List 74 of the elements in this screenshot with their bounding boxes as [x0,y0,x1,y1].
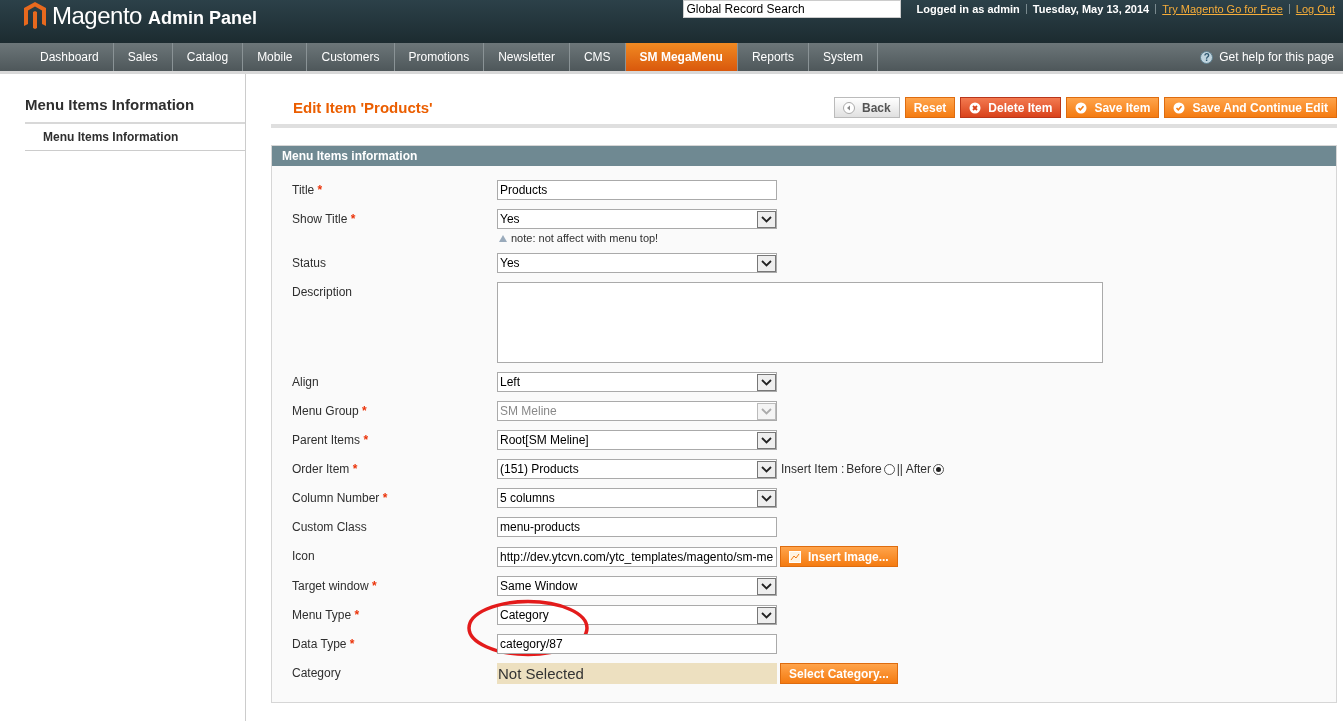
user-text: Logged in as admin [916,3,1020,15]
help-link[interactable]: Get help for this page [1219,50,1334,64]
chevron-icon [757,577,776,595]
nav-tab[interactable]: System [808,43,878,71]
triangle-icon [499,234,507,242]
nav-tab[interactable]: Promotions [394,43,485,71]
field-label: Menu Type * [292,607,361,622]
field-label: Status [292,255,328,270]
nav-tab[interactable]: Newsletter [484,43,570,71]
text-field[interactable]: menu-products [497,517,777,537]
nav-tab[interactable]: CMS [569,43,626,71]
close-icon [969,101,982,114]
chevron-icon [757,431,776,449]
description-field[interactable] [497,282,1103,363]
chevron-icon [757,489,776,507]
field-label: Icon [292,548,316,563]
field-label: Custom Class [292,519,368,534]
nav-tab[interactable]: Reports [737,43,809,71]
text-field[interactable]: category/87 [497,634,777,654]
chevron-icon [757,254,776,272]
field-label: Align [292,374,320,389]
chevron-icon [757,606,776,624]
nav-tab[interactable]: Customers [307,43,395,71]
dropdown[interactable]: Same Window [497,576,777,596]
field-note: note: not affect with menu top! [511,232,659,244]
dropdown: SM Meline [497,401,777,421]
field-label: Parent Items * [292,432,370,447]
dropdown[interactable]: Left [497,372,777,392]
section-header: Menu Items information [272,146,1336,166]
field-label: Show Title * [292,211,357,226]
brand-suffix: Admin Panel [147,7,257,29]
dropdown[interactable]: Yes [497,209,777,229]
nav-tab[interactable]: Catalog [172,43,244,71]
brand-name: Magento [52,2,142,30]
radio-label: || After [896,462,931,476]
dropdown[interactable]: Yes [497,253,777,273]
search-field[interactable]: Global Record Search [682,0,901,18]
header-link[interactable]: Try Magento Go for Free [1162,3,1283,15]
help-icon[interactable]: ? [1200,50,1214,64]
nav-tab[interactable]: SM MegaMenu [625,43,738,71]
back-button[interactable]: Back [834,97,900,118]
radio-button[interactable] [883,463,895,475]
field-label: Menu Group * [292,403,368,418]
radio-button[interactable] [932,463,944,475]
chevron-icon [757,373,776,391]
field-label: Target window * [292,578,378,593]
field-label: Data Type * [292,636,356,651]
dropdown[interactable]: 5 columns [497,488,777,508]
date-text: Tuesday, May 13, 2014 [1032,3,1150,15]
dropdown[interactable]: Category [497,605,777,625]
delete-button[interactable]: Delete Item [960,97,1062,118]
nav-tab[interactable]: Dashboard [26,43,114,71]
dropdown[interactable]: (151) Products [497,459,777,479]
category-value: Not Selected [497,663,777,684]
field-label: Title * [292,182,324,197]
header-link[interactable]: Log Out [1295,3,1335,15]
checkmark-icon [1173,101,1186,114]
field-label: Category [292,665,342,680]
image-icon [789,550,801,563]
radio-label: Before [846,462,882,476]
insert-label: Insert Item : [781,462,845,476]
nav-tab[interactable]: Sales [113,43,173,71]
chevron-icon [757,460,776,478]
checkmark-icon [1075,101,1088,114]
dropdown[interactable]: Root[SM Meline] [497,430,777,450]
field-label: Order Item * [292,461,359,476]
text-field[interactable]: Products [497,180,777,200]
field-label: Column Number * [292,490,389,505]
nav-tab[interactable]: Mobile [243,43,308,71]
chevron-icon [757,402,776,420]
field-label: Description [292,284,354,299]
logo-icon [24,2,46,30]
page-title: Edit Item 'Products' [293,99,433,116]
chevron-icon [757,210,776,228]
